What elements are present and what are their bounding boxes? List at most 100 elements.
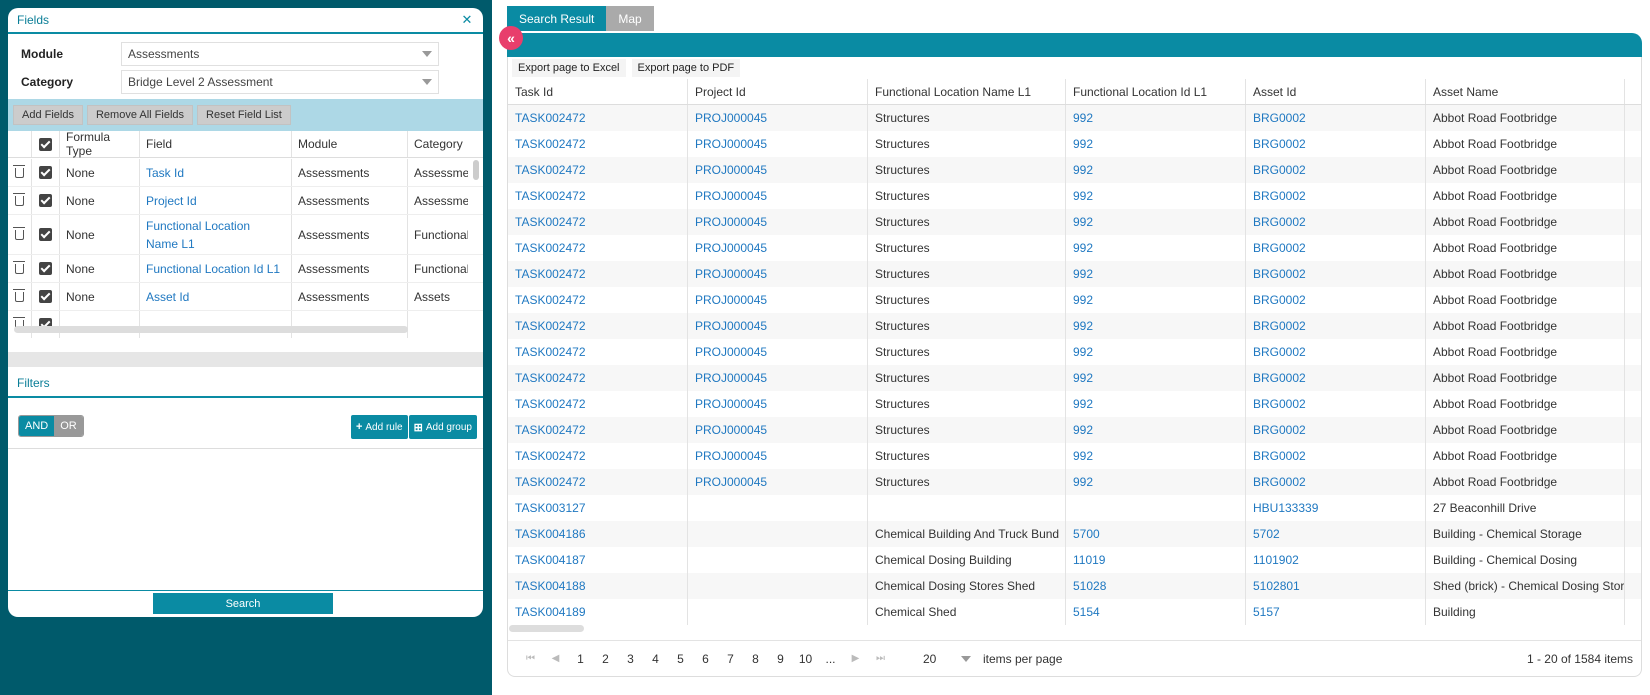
functional-location-id-cell[interactable]: 992 [1066, 209, 1246, 235]
task-id-cell[interactable]: TASK002472 [508, 365, 688, 391]
page-number[interactable]: 4 [643, 652, 668, 666]
asset-id-cell[interactable]: BRG0002 [1246, 365, 1426, 391]
project-id-cell[interactable]: PROJ000045 [688, 443, 868, 469]
first-page-icon[interactable]: ⏮ [518, 653, 543, 664]
task-id-cell[interactable]: TASK002472 [508, 287, 688, 313]
project-id-cell[interactable]: PROJ000045 [688, 391, 868, 417]
col-functional-location-id[interactable]: Functional Location Id L1 [1066, 79, 1246, 104]
tab-map[interactable]: Map [606, 6, 654, 31]
trash-icon[interactable] [13, 226, 25, 240]
col-functional-location-name[interactable]: Functional Location Name L1 [868, 79, 1066, 104]
task-id-cell[interactable]: TASK002472 [508, 131, 688, 157]
col-asset-id[interactable]: Asset Id [1246, 79, 1426, 104]
project-id-cell[interactable]: PROJ000045 [688, 235, 868, 261]
task-id-cell[interactable]: TASK004187 [508, 547, 688, 573]
row-checkbox[interactable] [39, 194, 52, 207]
project-id-cell[interactable]: PROJ000045 [688, 209, 868, 235]
project-id-cell[interactable] [688, 521, 868, 547]
asset-id-cell[interactable]: BRG0002 [1246, 261, 1426, 287]
remove-all-fields-button[interactable]: Remove All Fields [86, 105, 194, 125]
functional-location-id-cell[interactable]: 51028 [1066, 573, 1246, 599]
asset-id-cell[interactable]: BRG0002 [1246, 131, 1426, 157]
field-link[interactable]: Functional Location Name L1 [140, 215, 292, 254]
project-id-cell[interactable] [688, 495, 868, 521]
trash-icon[interactable] [13, 288, 25, 302]
page-number[interactable]: 1 [568, 652, 593, 666]
select-all-checkbox[interactable] [39, 137, 52, 151]
task-id-cell[interactable]: TASK002472 [508, 313, 688, 339]
col-task-id[interactable]: Task Id [508, 79, 688, 104]
task-id-cell[interactable]: TASK002472 [508, 339, 688, 365]
page-number[interactable]: 7 [718, 652, 743, 666]
asset-id-cell[interactable]: 1101902 [1246, 547, 1426, 573]
asset-id-cell[interactable]: BRG0002 [1246, 313, 1426, 339]
task-id-cell[interactable]: TASK004186 [508, 521, 688, 547]
task-id-cell[interactable]: TASK004188 [508, 573, 688, 599]
asset-id-cell[interactable]: BRG0002 [1246, 105, 1426, 131]
row-checkbox[interactable] [39, 262, 52, 275]
functional-location-id-cell[interactable]: 992 [1066, 443, 1246, 469]
per-page-select[interactable]: 20 [923, 652, 971, 666]
and-button[interactable]: AND [19, 416, 55, 436]
export-excel-button[interactable]: Export page to Excel [512, 59, 626, 77]
page-number[interactable]: 9 [768, 652, 793, 666]
collapse-left-icon[interactable]: « [499, 26, 523, 50]
asset-id-cell[interactable]: BRG0002 [1246, 391, 1426, 417]
project-id-cell[interactable] [688, 547, 868, 573]
functional-location-id-cell[interactable]: 992 [1066, 365, 1246, 391]
functional-location-id-cell[interactable]: 992 [1066, 339, 1246, 365]
task-id-cell[interactable]: TASK002472 [508, 417, 688, 443]
task-id-cell[interactable]: TASK002472 [508, 157, 688, 183]
module-select[interactable]: Assessments [121, 42, 439, 66]
pin-icon[interactable]: ✕ [460, 13, 474, 27]
project-id-cell[interactable] [688, 573, 868, 599]
functional-location-id-cell[interactable]: 11019 [1066, 547, 1246, 573]
task-id-cell[interactable]: TASK002472 [508, 209, 688, 235]
task-id-cell[interactable]: TASK002472 [508, 469, 688, 495]
row-checkbox[interactable] [39, 228, 52, 241]
row-checkbox[interactable] [39, 166, 52, 179]
project-id-cell[interactable]: PROJ000045 [688, 183, 868, 209]
task-id-cell[interactable]: TASK004189 [508, 599, 688, 625]
asset-id-cell[interactable]: BRG0002 [1246, 209, 1426, 235]
functional-location-id-cell[interactable]: 992 [1066, 417, 1246, 443]
prev-page-icon[interactable]: ◀ [543, 653, 568, 664]
functional-location-id-cell[interactable]: 992 [1066, 235, 1246, 261]
col-formula-type[interactable]: Formula Type [60, 131, 140, 158]
page-number[interactable]: 5 [668, 652, 693, 666]
page-number[interactable]: 10 [793, 652, 818, 666]
page-number[interactable]: 3 [618, 652, 643, 666]
page-number[interactable]: ... [818, 652, 843, 666]
functional-location-id-cell[interactable] [1066, 495, 1246, 521]
field-link[interactable]: Asset Id [140, 283, 292, 310]
project-id-cell[interactable]: PROJ000045 [688, 469, 868, 495]
results-horizontal-scrollbar[interactable] [509, 625, 584, 632]
fields-horizontal-scrollbar[interactable] [14, 326, 408, 333]
trash-icon[interactable] [13, 164, 25, 178]
asset-id-cell[interactable]: HBU133339 [1246, 495, 1426, 521]
project-id-cell[interactable]: PROJ000045 [688, 313, 868, 339]
asset-id-cell[interactable]: BRG0002 [1246, 183, 1426, 209]
field-link[interactable]: Functional Location Id L1 [140, 255, 292, 282]
task-id-cell[interactable]: TASK003127 [508, 495, 688, 521]
project-id-cell[interactable]: PROJ000045 [688, 105, 868, 131]
asset-id-cell[interactable]: BRG0002 [1246, 469, 1426, 495]
col-field[interactable]: Field [140, 131, 292, 157]
trash-icon[interactable] [13, 192, 25, 206]
asset-id-cell[interactable]: BRG0002 [1246, 443, 1426, 469]
functional-location-id-cell[interactable]: 992 [1066, 105, 1246, 131]
asset-id-cell[interactable]: 5102801 [1246, 573, 1426, 599]
task-id-cell[interactable]: TASK002472 [508, 443, 688, 469]
trash-icon[interactable] [13, 260, 25, 274]
project-id-cell[interactable]: PROJ000045 [688, 157, 868, 183]
export-pdf-button[interactable]: Export page to PDF [631, 59, 741, 77]
search-button[interactable]: Search [153, 593, 333, 614]
fields-vertical-scrollbar[interactable] [473, 160, 479, 180]
page-number[interactable]: 2 [593, 652, 618, 666]
category-select[interactable]: Bridge Level 2 Assessment [121, 70, 439, 94]
project-id-cell[interactable]: PROJ000045 [688, 261, 868, 287]
task-id-cell[interactable]: TASK002472 [508, 261, 688, 287]
functional-location-id-cell[interactable]: 992 [1066, 261, 1246, 287]
functional-location-id-cell[interactable]: 5700 [1066, 521, 1246, 547]
add-group-button[interactable]: ⊞ Add group [408, 415, 477, 439]
